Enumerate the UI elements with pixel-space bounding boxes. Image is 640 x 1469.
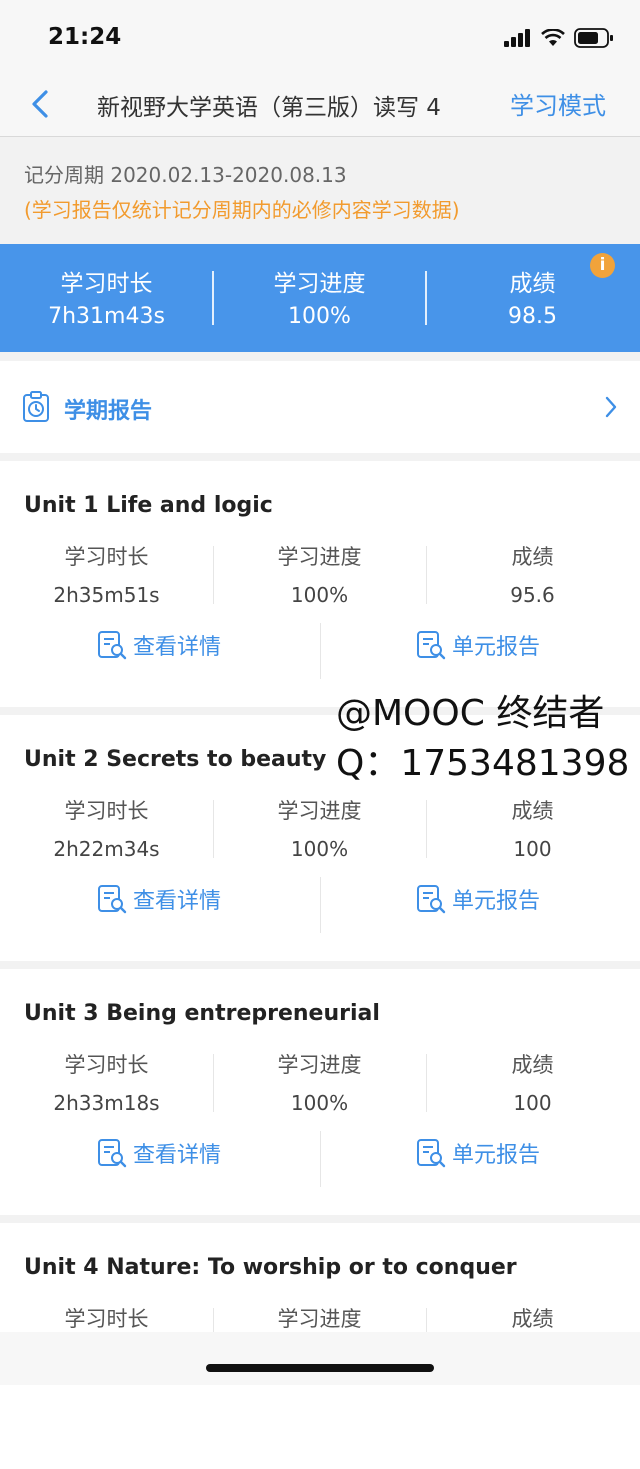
summary-time: 学习时长 7h31m43s bbox=[0, 244, 213, 352]
unit-score: 成绩 100 bbox=[426, 795, 639, 865]
unit-score-value: 100 bbox=[513, 837, 552, 861]
view-details-button[interactable]: 查看详情 bbox=[97, 629, 221, 661]
unit-progress-value: 100% bbox=[290, 837, 349, 861]
document-search-icon bbox=[417, 631, 446, 660]
scoring-period: 记分周期 2020.02.13-2020.08.13 (学习报告仅统计记分周期内… bbox=[0, 137, 640, 243]
unit-time-label: 学习时长 bbox=[64, 1307, 149, 1331]
unit-time-label: 学习时长 bbox=[64, 1053, 149, 1077]
summary-progress: 学习进度 100% bbox=[213, 244, 426, 352]
document-search-icon bbox=[417, 1139, 446, 1168]
action-divider bbox=[320, 623, 321, 679]
summary-time-value: 7h31m43s bbox=[48, 304, 165, 329]
unit-card: Unit 2 Secrets to beauty 学习时长 2h22m34s 学… bbox=[0, 715, 640, 961]
unit-progress-label: 学习进度 bbox=[277, 799, 362, 823]
view-details-label: 查看详情 bbox=[133, 635, 222, 660]
unit-time-value: 2h33m18s bbox=[53, 1091, 160, 1115]
unit-score-label: 成绩 bbox=[511, 799, 554, 823]
unit-card: Unit 1 Life and logic 学习时长 2h35m51s 学习进度… bbox=[0, 461, 640, 707]
action-divider bbox=[320, 1131, 321, 1187]
view-details-label: 查看详情 bbox=[133, 1143, 222, 1168]
document-search-icon bbox=[98, 885, 127, 914]
summary-progress-value: 100% bbox=[288, 304, 351, 329]
unit-report-label: 单元报告 bbox=[452, 1143, 541, 1168]
unit-score-label: 成绩 bbox=[511, 1307, 554, 1331]
study-mode-button[interactable]: 学习模式 bbox=[510, 86, 606, 121]
unit-title: Unit 3 Being entrepreneurial bbox=[24, 1001, 380, 1026]
unit-progress-label: 学习进度 bbox=[277, 1053, 362, 1077]
status-time: 21:24 bbox=[48, 24, 122, 50]
unit-progress-label: 学习进度 bbox=[277, 1307, 362, 1331]
term-report-row[interactable]: 学期报告 bbox=[0, 361, 640, 453]
wifi-icon bbox=[541, 29, 565, 46]
unit-report-button[interactable]: 单元报告 bbox=[416, 1137, 540, 1169]
unit-title: Unit 2 Secrets to beauty bbox=[24, 747, 327, 772]
unit-score-value: 95.6 bbox=[510, 583, 555, 607]
unit-score-value: 100 bbox=[513, 1091, 552, 1115]
unit-progress: 学习进度 100% bbox=[213, 541, 426, 611]
unit-progress-label: 学习进度 bbox=[277, 545, 362, 569]
back-icon[interactable] bbox=[26, 84, 56, 124]
page-title: 新视野大学英语（第三版）读写 4 bbox=[97, 95, 441, 121]
unit-time-label: 学习时长 bbox=[64, 545, 149, 569]
period-range: 记分周期 2020.02.13-2020.08.13 bbox=[24, 163, 347, 187]
summary-score-value: 98.5 bbox=[508, 304, 557, 329]
unit-report-label: 单元报告 bbox=[452, 889, 541, 914]
unit-report-label: 单元报告 bbox=[452, 635, 541, 660]
view-details-button[interactable]: 查看详情 bbox=[97, 1137, 221, 1169]
unit-time: 学习时长 2h35m51s bbox=[0, 541, 213, 611]
unit-score: 成绩 100 bbox=[426, 1049, 639, 1119]
unit-report-button[interactable]: 单元报告 bbox=[416, 883, 540, 915]
unit-time-value: 2h22m34s bbox=[53, 837, 160, 861]
unit-time: 学习时长 2h22m34s bbox=[0, 795, 213, 865]
battery-icon bbox=[574, 28, 613, 48]
unit-score-label: 成绩 bbox=[511, 1053, 554, 1077]
unit-progress: 学习进度 100% bbox=[213, 1049, 426, 1119]
document-search-icon bbox=[417, 885, 446, 914]
unit-score: 成绩 95.6 bbox=[426, 541, 639, 611]
unit-score-label: 成绩 bbox=[511, 545, 554, 569]
unit-card: Unit 3 Being entrepreneurial 学习时长 2h33m1… bbox=[0, 969, 640, 1215]
view-details-button[interactable]: 查看详情 bbox=[97, 883, 221, 915]
unit-progress: 学习进度 100% bbox=[213, 795, 426, 865]
unit-progress-value: 100% bbox=[290, 583, 349, 607]
signal-icon bbox=[504, 29, 530, 47]
action-divider bbox=[320, 877, 321, 933]
summary-progress-label: 学习进度 bbox=[273, 271, 366, 297]
unit-title: Unit 1 Life and logic bbox=[24, 493, 273, 518]
chevron-right-icon bbox=[605, 396, 617, 418]
view-details-label: 查看详情 bbox=[133, 889, 222, 914]
home-indicator[interactable] bbox=[206, 1364, 434, 1372]
summary-banner: 学习时长 7h31m43s 学习进度 100% 成绩 98.5 bbox=[0, 244, 640, 352]
period-note: (学习报告仅统计记分周期内的必修内容学习数据) bbox=[24, 198, 460, 222]
unit-time: 学习时长 2h33m18s bbox=[0, 1049, 213, 1119]
unit-progress-value: 100% bbox=[290, 1091, 349, 1115]
document-search-icon bbox=[98, 1139, 127, 1168]
status-icons bbox=[504, 28, 614, 48]
unit-title: Unit 4 Nature: To worship or to conquer bbox=[24, 1255, 517, 1280]
home-indicator-area bbox=[0, 1332, 640, 1385]
term-report-label: 学期报告 bbox=[64, 399, 153, 424]
document-search-icon bbox=[98, 631, 127, 660]
summary-time-label: 学习时长 bbox=[60, 271, 153, 297]
unit-time-label: 学习时长 bbox=[64, 799, 149, 823]
nav-bar: 新视野大学英语（第三版）读写 4 学习模式 bbox=[0, 76, 640, 137]
unit-report-button[interactable]: 单元报告 bbox=[416, 629, 540, 661]
info-icon[interactable]: i bbox=[590, 253, 615, 278]
status-bar: 21:24 bbox=[0, 0, 640, 76]
unit-time-value: 2h35m51s bbox=[53, 583, 160, 607]
clipboard-clock-icon bbox=[23, 391, 49, 422]
